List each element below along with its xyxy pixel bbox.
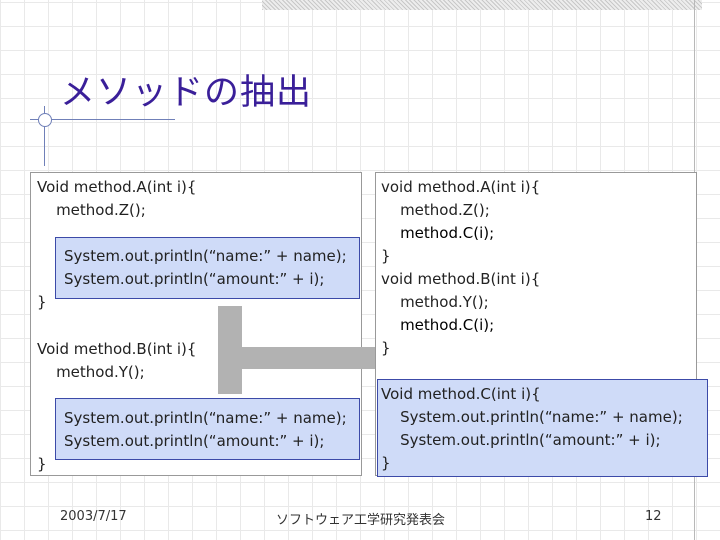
left-b-head: Void method.B(int i){ xyxy=(37,340,197,358)
left-a-close: } xyxy=(37,293,47,311)
left-b-call: method.Y(); xyxy=(37,363,145,381)
footer-org: ソフトウェア工学研究発表会 xyxy=(276,513,446,528)
right-b-head: void method.B(int i){ xyxy=(381,270,541,288)
right-c-print1: System.out.println(“name:” + name); xyxy=(381,408,683,426)
right-c-close: } xyxy=(381,454,391,472)
page-number: 12 xyxy=(645,509,662,524)
footer-date: 2003/7/17 xyxy=(60,509,127,524)
left-a-print1: System.out.println(“name:” + name); xyxy=(64,247,347,265)
right-a-newcall: method.C(i); xyxy=(381,224,495,242)
left-b-print1: System.out.println(“name:” + name); xyxy=(64,409,347,427)
left-a-call: method.Z(); xyxy=(37,201,146,219)
left-a-head: Void method.A(int i){ xyxy=(37,178,197,196)
right-b-newcall: method.C(i); xyxy=(381,316,495,334)
right-a-close: } xyxy=(381,247,391,265)
right-c-head: Void method.C(int i){ xyxy=(381,385,541,403)
right-b-close: } xyxy=(381,339,391,357)
left-b-close: } xyxy=(37,455,47,473)
right-c-print2: System.out.println(“amount:” + i); xyxy=(381,431,661,449)
right-a-head: void method.A(int i){ xyxy=(381,178,541,196)
right-a-call: method.Z(); xyxy=(381,201,490,219)
right-b-call: method.Y(); xyxy=(381,293,489,311)
top-decoration-bar xyxy=(262,0,702,10)
left-b-print2: System.out.println(“amount:” + i); xyxy=(64,432,325,450)
left-a-print2: System.out.println(“amount:” + i); xyxy=(64,270,325,288)
slide-title: メソッドの抽出 xyxy=(60,73,313,113)
title-decoration-circle-icon xyxy=(38,113,52,127)
